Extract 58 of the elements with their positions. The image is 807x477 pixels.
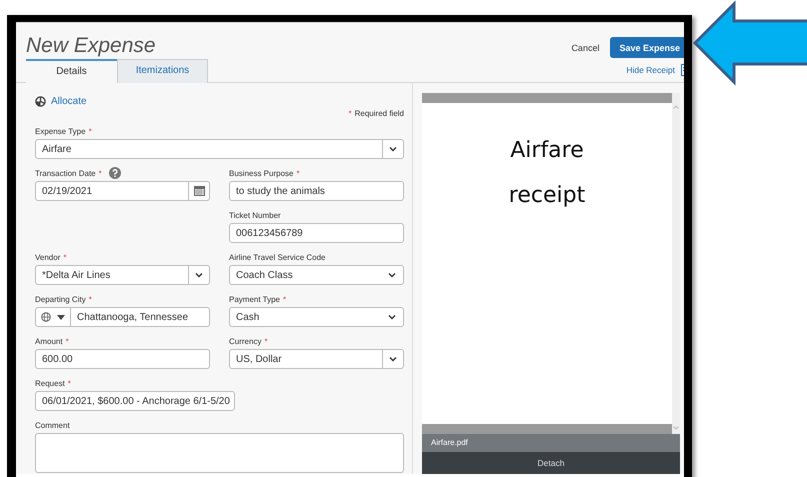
chevron-down-icon bbox=[389, 146, 397, 152]
select-field[interactable]: Cash bbox=[229, 307, 404, 327]
required-field-note: Required field bbox=[354, 109, 404, 120]
chevron-down-icon bbox=[195, 272, 203, 278]
field-label: Expense Type bbox=[35, 126, 86, 136]
field-label: Currency bbox=[229, 336, 262, 346]
city-field[interactable]: Chattanooga, Tennessee bbox=[35, 307, 210, 327]
required-asterisk: * bbox=[348, 109, 352, 120]
required-asterisk: * bbox=[98, 168, 102, 178]
required-asterisk: * bbox=[66, 336, 69, 346]
comment-field[interactable] bbox=[35, 433, 404, 473]
field-label: Transaction Date bbox=[35, 168, 96, 178]
field-label: Ticket Number bbox=[229, 210, 281, 220]
select-field[interactable]: Airfare bbox=[35, 139, 404, 159]
receipt-text: Airfare receipt bbox=[508, 137, 586, 210]
text-field[interactable]: 006123456789 bbox=[229, 223, 404, 243]
chevron-down-icon bbox=[389, 356, 397, 362]
text-field[interactable]: 600.00 bbox=[35, 349, 210, 369]
chevron-down-icon bbox=[388, 314, 396, 320]
detach-button[interactable]: Detach bbox=[422, 452, 680, 474]
required-asterisk: * bbox=[88, 126, 92, 136]
tab[interactable]: Itemizations bbox=[117, 59, 208, 83]
field-label: Request bbox=[35, 378, 65, 388]
required-asterisk: * bbox=[264, 336, 268, 346]
request-field[interactable]: 06/01/2021, $600.00 - Anchorage 6/1-5/20 bbox=[35, 391, 235, 411]
required-asterisk: * bbox=[296, 168, 300, 178]
select-field[interactable]: US, Dollar bbox=[229, 349, 404, 369]
hide-receipt-link[interactable]: Hide Receipt bbox=[626, 65, 675, 75]
scroll-down-icon[interactable] bbox=[673, 426, 679, 430]
page-title: New Expense bbox=[26, 35, 157, 57]
required-asterisk: * bbox=[68, 378, 71, 388]
help-icon[interactable] bbox=[108, 167, 121, 179]
required-asterisk: * bbox=[63, 252, 66, 262]
chevron-down-icon bbox=[388, 272, 396, 278]
required-asterisk: * bbox=[283, 294, 286, 304]
tab[interactable]: Details bbox=[26, 59, 117, 83]
select-field[interactable]: Coach Class bbox=[229, 265, 404, 285]
cancel-link[interactable]: Cancel bbox=[571, 42, 600, 52]
calendar-icon[interactable] bbox=[194, 186, 204, 196]
required-asterisk: * bbox=[88, 294, 92, 304]
field-label: Airline Travel Service Code bbox=[229, 252, 326, 262]
field-label: Comment bbox=[35, 420, 70, 430]
file-name-bar: Airfare.pdf bbox=[422, 434, 680, 452]
caret-down-icon bbox=[57, 314, 65, 320]
field-label: Departing City bbox=[35, 294, 86, 304]
save-expense-button[interactable]: Save Expense bbox=[610, 37, 684, 58]
scrollbar[interactable] bbox=[672, 93, 680, 434]
select-field[interactable]: *Delta Air Lines bbox=[35, 265, 210, 285]
date-field[interactable]: 02/19/2021 bbox=[35, 181, 210, 201]
field-label: Amount bbox=[35, 336, 63, 346]
globe-icon bbox=[41, 312, 51, 322]
field-label: Business Purpose bbox=[229, 168, 294, 178]
text-field[interactable]: to study the animals bbox=[229, 181, 404, 201]
field-label: Vendor bbox=[35, 252, 60, 262]
pie-chart-icon bbox=[35, 96, 46, 106]
field-label: Payment Type bbox=[229, 294, 280, 304]
allocate-link[interactable]: Allocate bbox=[51, 96, 87, 106]
scroll-up-icon[interactable] bbox=[673, 105, 679, 109]
